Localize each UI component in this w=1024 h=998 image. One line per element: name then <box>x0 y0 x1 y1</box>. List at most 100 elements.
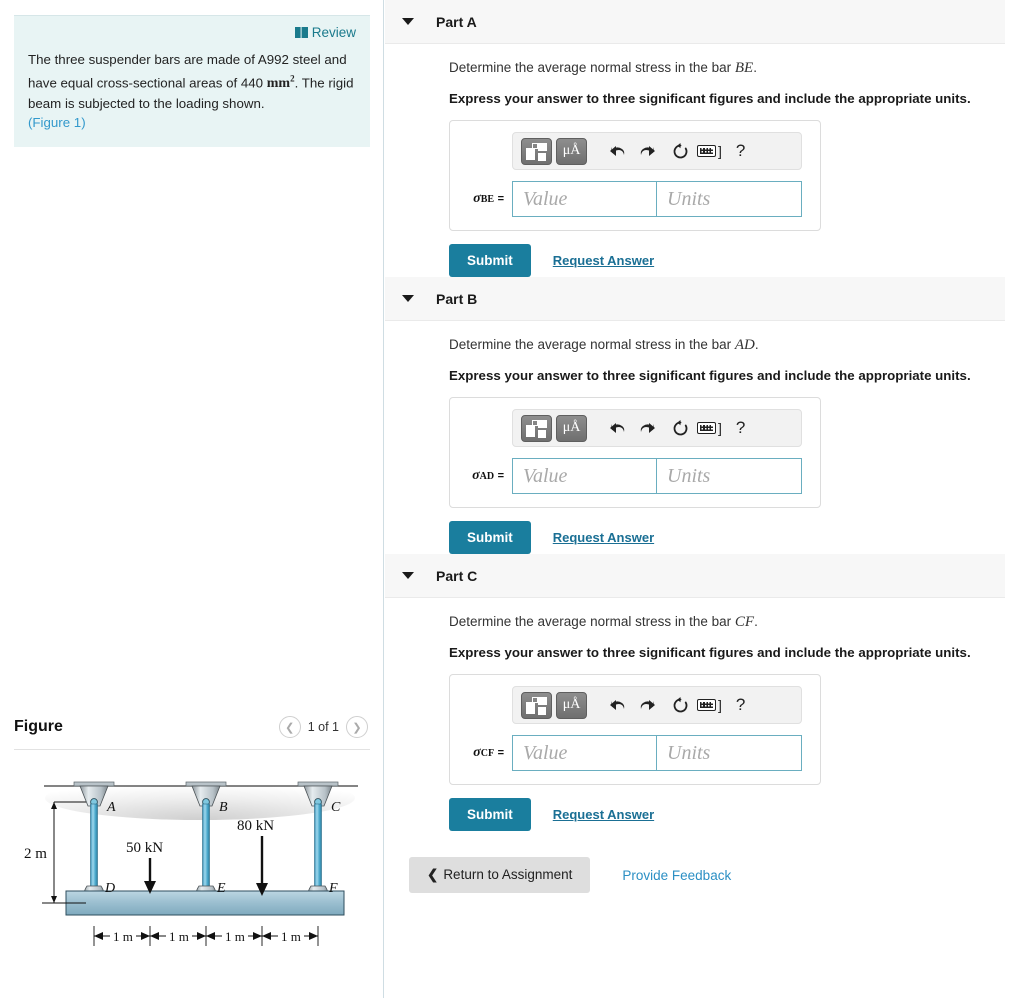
figure-count-label: 1 of 1 <box>307 720 339 734</box>
greek-units-icon[interactable]: μÅ <box>556 691 587 719</box>
express-instruction: Express your answer to three significant… <box>449 91 971 106</box>
keyboard-bracket: ] <box>718 143 722 159</box>
answer-value-input[interactable] <box>512 181 657 217</box>
undo-icon[interactable] <box>601 692 631 718</box>
figure-link[interactable]: (Figure 1) <box>28 115 86 130</box>
svg-text:F: F <box>328 881 338 896</box>
question-suffix: . <box>754 614 758 629</box>
request-answer-link[interactable]: Request Answer <box>553 807 654 822</box>
svg-text:1 m: 1 m <box>225 929 245 944</box>
greek-units-icon[interactable]: μÅ <box>556 137 587 165</box>
sigma-label: σAD = <box>472 468 504 483</box>
answer-value-input[interactable] <box>512 735 657 771</box>
question-suffix: . <box>753 60 757 75</box>
svg-text:E: E <box>216 881 226 896</box>
question-prefix: Determine the average normal stress in t… <box>449 60 735 75</box>
help-icon[interactable]: ? <box>736 418 745 438</box>
problem-text: The three suspender bars are made of A99… <box>28 50 356 133</box>
request-answer-link[interactable]: Request Answer <box>553 253 654 268</box>
part-header-b[interactable]: Part B <box>385 277 1005 321</box>
math-template-icon[interactable] <box>521 414 552 442</box>
part-header-c[interactable]: Part C <box>385 554 1005 598</box>
answer-input-row: σCF = <box>460 735 810 771</box>
question-prefix: Determine the average normal stress in t… <box>449 337 735 352</box>
answer-units-input[interactable] <box>657 458 802 494</box>
submit-button[interactable]: Submit <box>449 798 531 831</box>
submit-button[interactable]: Submit <box>449 244 531 277</box>
help-icon[interactable]: ? <box>736 695 745 715</box>
right-panel: Part A Determine the average normal stre… <box>385 0 1024 998</box>
keyboard-icon[interactable]: ] <box>697 697 722 713</box>
part-body: Determine the average normal stress in t… <box>385 598 1024 831</box>
undo-icon[interactable] <box>601 138 631 164</box>
caret-down-icon[interactable] <box>402 18 414 25</box>
keyboard-bracket: ] <box>718 420 722 436</box>
request-answer-link[interactable]: Request Answer <box>553 530 654 545</box>
unit-base: mm <box>266 76 291 92</box>
part-block-b: Part B Determine the average normal stre… <box>385 277 1024 554</box>
left-panel: Review The three suspender bars are made… <box>0 0 384 998</box>
parts-container: Part A Determine the average normal stre… <box>385 0 1024 831</box>
part-block-c: Part C Determine the average normal stre… <box>385 554 1024 831</box>
help-icon[interactable]: ? <box>736 141 745 161</box>
chevron-left-icon: ❮ <box>427 867 439 882</box>
math-template-icon[interactable] <box>521 137 552 165</box>
provide-feedback-link[interactable]: Provide Feedback <box>622 868 731 883</box>
greek-units-icon[interactable]: μÅ <box>556 414 587 442</box>
submit-row: Submit Request Answer <box>449 521 1024 554</box>
caret-down-icon[interactable] <box>402 295 414 302</box>
svg-text:A: A <box>106 800 116 815</box>
math-template-icon[interactable] <box>521 691 552 719</box>
reset-icon[interactable] <box>665 138 695 164</box>
math-toolbar: μÅ ] ? <box>512 409 802 447</box>
answer-value-input[interactable] <box>512 458 657 494</box>
footer-row: ❮ Return to Assignment Provide Feedback <box>409 857 1024 893</box>
part-block-a: Part A Determine the average normal stre… <box>385 0 1024 277</box>
question-variable: AD <box>734 337 755 353</box>
answer-box: μÅ ] ? <box>449 397 821 508</box>
load-arrow-80kn <box>256 836 268 896</box>
part-body: Determine the average normal stress in t… <box>385 44 1024 277</box>
svg-text:1 m: 1 m <box>169 929 189 944</box>
sigma-label: σBE = <box>473 191 504 206</box>
submit-row: Submit Request Answer <box>449 798 1024 831</box>
answer-units-input[interactable] <box>657 735 802 771</box>
redo-icon[interactable] <box>633 138 663 164</box>
problem-unit: mm2 <box>266 74 295 92</box>
figure-diagram[interactable]: A B C D E F 2 m 50 kN 80 kN 1 m 1 m 1 m … <box>14 764 370 994</box>
keyboard-bracket: ] <box>718 697 722 713</box>
part-body: Determine the average normal stress in t… <box>385 321 1024 554</box>
redo-icon[interactable] <box>633 692 663 718</box>
undo-icon[interactable] <box>601 415 631 441</box>
question-text: Determine the average normal stress in t… <box>449 337 1024 354</box>
keyboard-icon[interactable]: ] <box>697 143 722 159</box>
figure-title: Figure <box>14 718 63 735</box>
problem-statement-box: Review The three suspender bars are made… <box>14 15 370 147</box>
caret-down-icon[interactable] <box>402 572 414 579</box>
figure-header: Figure ❮ 1 of 1 ❯ <box>14 712 370 750</box>
answer-input-row: σBE = <box>460 181 810 217</box>
sigma-label: σCF = <box>473 745 504 760</box>
book-icon <box>294 26 308 38</box>
question-variable: BE <box>734 60 754 76</box>
load-arrow-50kn <box>144 858 156 894</box>
redo-icon[interactable] <box>633 415 663 441</box>
question-variable: CF <box>734 614 755 630</box>
keyboard-icon[interactable]: ] <box>697 420 722 436</box>
chevron-right-icon[interactable]: ❯ <box>346 716 368 738</box>
return-to-assignment-button[interactable]: ❮ Return to Assignment <box>409 857 591 893</box>
answer-units-input[interactable] <box>657 181 802 217</box>
reset-icon[interactable] <box>665 415 695 441</box>
chevron-left-icon[interactable]: ❮ <box>278 716 301 738</box>
math-toolbar: μÅ ] ? <box>512 132 802 170</box>
submit-row: Submit Request Answer <box>449 244 1024 277</box>
answer-input-row: σAD = <box>460 458 810 494</box>
svg-text:C: C <box>331 800 341 815</box>
submit-button[interactable]: Submit <box>449 521 531 554</box>
reset-icon[interactable] <box>665 692 695 718</box>
part-header-a[interactable]: Part A <box>385 0 1005 44</box>
part-label: Part B <box>436 290 478 307</box>
review-link[interactable]: Review <box>294 25 356 40</box>
review-label: Review <box>311 25 356 40</box>
svg-text:50 kN: 50 kN <box>126 840 163 856</box>
